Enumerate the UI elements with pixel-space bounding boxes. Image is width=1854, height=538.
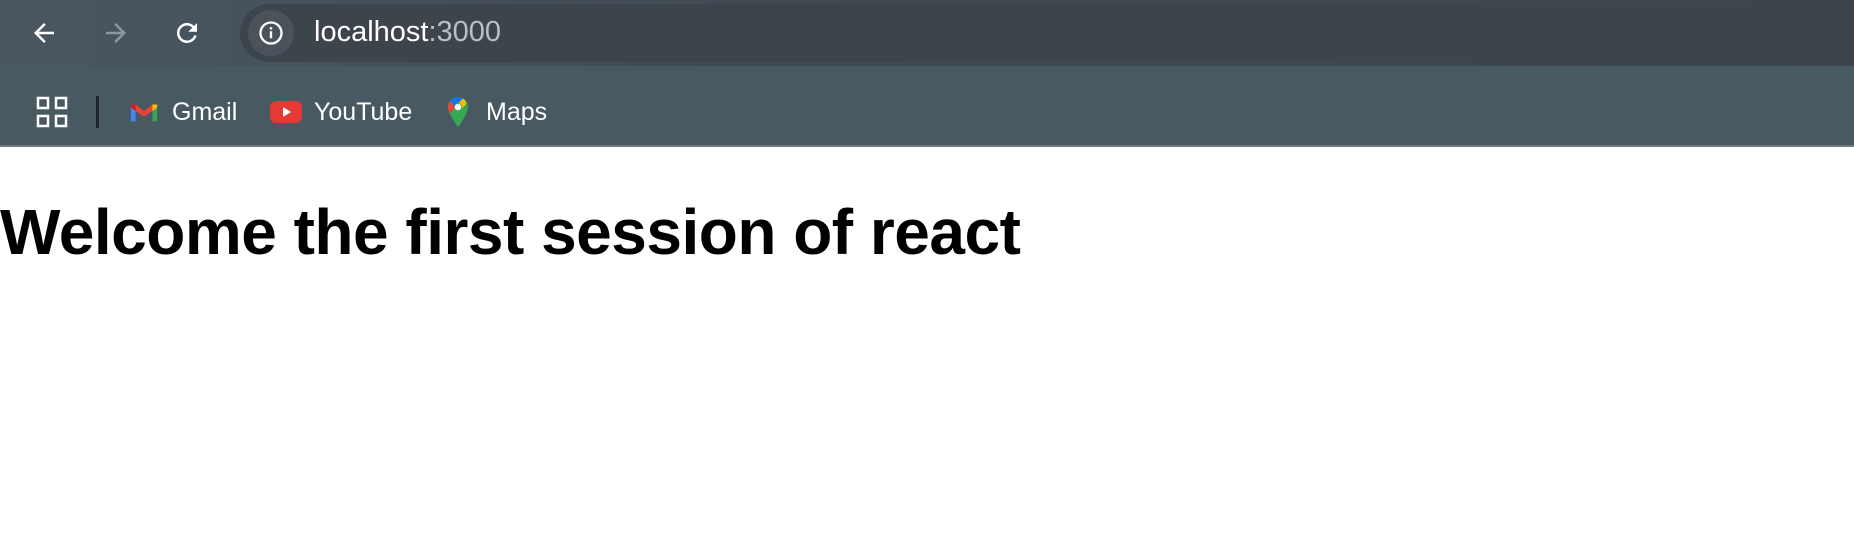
forward-button[interactable]	[93, 10, 139, 56]
bookmark-gmail[interactable]: Gmail	[128, 92, 237, 132]
site-info-button[interactable]	[248, 10, 294, 56]
bookmark-maps[interactable]: Maps	[442, 92, 547, 132]
youtube-icon	[270, 96, 302, 128]
bookmarks-separator	[96, 96, 99, 128]
bookmark-label: Gmail	[172, 97, 238, 126]
url-port: :3000	[428, 16, 502, 48]
gmail-icon	[128, 96, 160, 128]
apps-grid-icon[interactable]	[36, 96, 68, 128]
bookmark-youtube[interactable]: YouTube	[270, 92, 412, 132]
info-icon	[259, 21, 283, 45]
reload-icon	[176, 22, 197, 43]
url-host: localhost	[314, 16, 429, 48]
bookmark-label: YouTube	[314, 97, 413, 126]
maps-icon	[442, 96, 474, 128]
bookmark-label: Maps	[486, 97, 548, 126]
page-heading: Welcome the first session of react	[0, 196, 1021, 268]
reload-button[interactable]	[164, 10, 210, 56]
url-text[interactable]: localhost:3000	[314, 14, 501, 50]
back-button[interactable]	[21, 10, 67, 56]
arrow-right-icon	[106, 23, 126, 43]
arrow-left-icon	[34, 23, 54, 43]
